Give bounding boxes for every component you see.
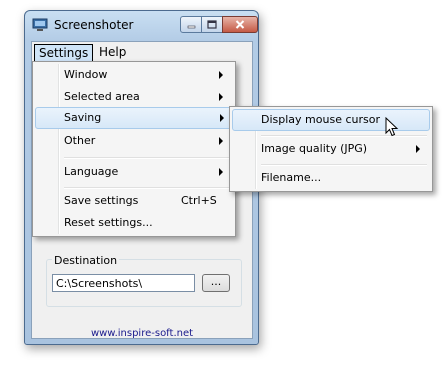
menu-item-label: Display mouse cursor xyxy=(261,113,380,126)
saving-submenu: Display mouse cursor Image quality (JPG)… xyxy=(229,106,433,192)
menu-settings[interactable]: Settings xyxy=(34,44,94,62)
menu-item-reset-settings[interactable]: Reset settings... xyxy=(35,212,231,234)
menu-item-save-settings[interactable]: Save settings Ctrl+S xyxy=(35,190,231,212)
browse-button[interactable]: ... xyxy=(202,274,230,292)
menu-separator xyxy=(261,164,427,166)
menu-item-label: Save settings xyxy=(64,194,139,207)
shortcut-label: Ctrl+S xyxy=(181,194,217,207)
close-button[interactable] xyxy=(222,16,258,33)
menu-item-label: Reset settings... xyxy=(64,216,153,229)
destination-input[interactable]: C:\Screenshots\ xyxy=(52,274,195,292)
menu-bar: Settings Help xyxy=(32,42,252,62)
menu-item-label: Window xyxy=(64,68,108,81)
submenu-arrow-icon xyxy=(416,145,420,153)
menu-item-saving[interactable]: Saving xyxy=(35,107,233,129)
menu-item-filename[interactable]: Filename... xyxy=(232,167,428,189)
submenu-arrow-icon xyxy=(219,137,223,145)
submenu-arrow-icon xyxy=(219,93,223,101)
caption-buttons xyxy=(180,16,258,33)
minimize-button[interactable] xyxy=(180,16,202,33)
maximize-button[interactable] xyxy=(201,16,223,33)
settings-menu: Window Selected area Saving Other Langua… xyxy=(32,61,236,237)
menu-item-language[interactable]: Language xyxy=(35,161,231,183)
menu-item-image-quality[interactable]: Image quality (JPG) xyxy=(232,138,428,160)
maximize-icon xyxy=(207,20,217,29)
menu-item-label: Filename... xyxy=(261,171,322,184)
menu-item-display-mouse-cursor[interactable]: Display mouse cursor xyxy=(232,109,430,131)
menu-item-label: Image quality (JPG) xyxy=(261,142,368,155)
menu-item-window[interactable]: Window xyxy=(35,64,231,86)
menu-item-label: Language xyxy=(64,165,119,178)
close-icon xyxy=(235,20,245,29)
app-icon xyxy=(32,18,48,31)
menu-separator xyxy=(64,187,230,189)
menu-item-selected-area[interactable]: Selected area xyxy=(35,86,231,108)
menu-separator xyxy=(64,157,230,159)
submenu-arrow-icon xyxy=(220,114,224,122)
mouse-cursor-icon xyxy=(385,117,399,137)
window-title: Screenshoter xyxy=(54,18,134,32)
website-link[interactable]: www.inspire-soft.net xyxy=(32,328,252,339)
submenu-arrow-icon xyxy=(219,168,223,176)
menu-help[interactable]: Help xyxy=(95,44,130,60)
menu-item-label: Selected area xyxy=(64,90,140,103)
menu-item-other[interactable]: Other xyxy=(35,130,231,152)
menu-separator xyxy=(261,135,427,137)
menu-item-label: Saving xyxy=(64,111,102,124)
submenu-arrow-icon xyxy=(219,71,223,79)
menu-item-label: Other xyxy=(64,134,96,147)
destination-label: Destination xyxy=(52,254,120,267)
minimize-icon xyxy=(187,25,195,28)
